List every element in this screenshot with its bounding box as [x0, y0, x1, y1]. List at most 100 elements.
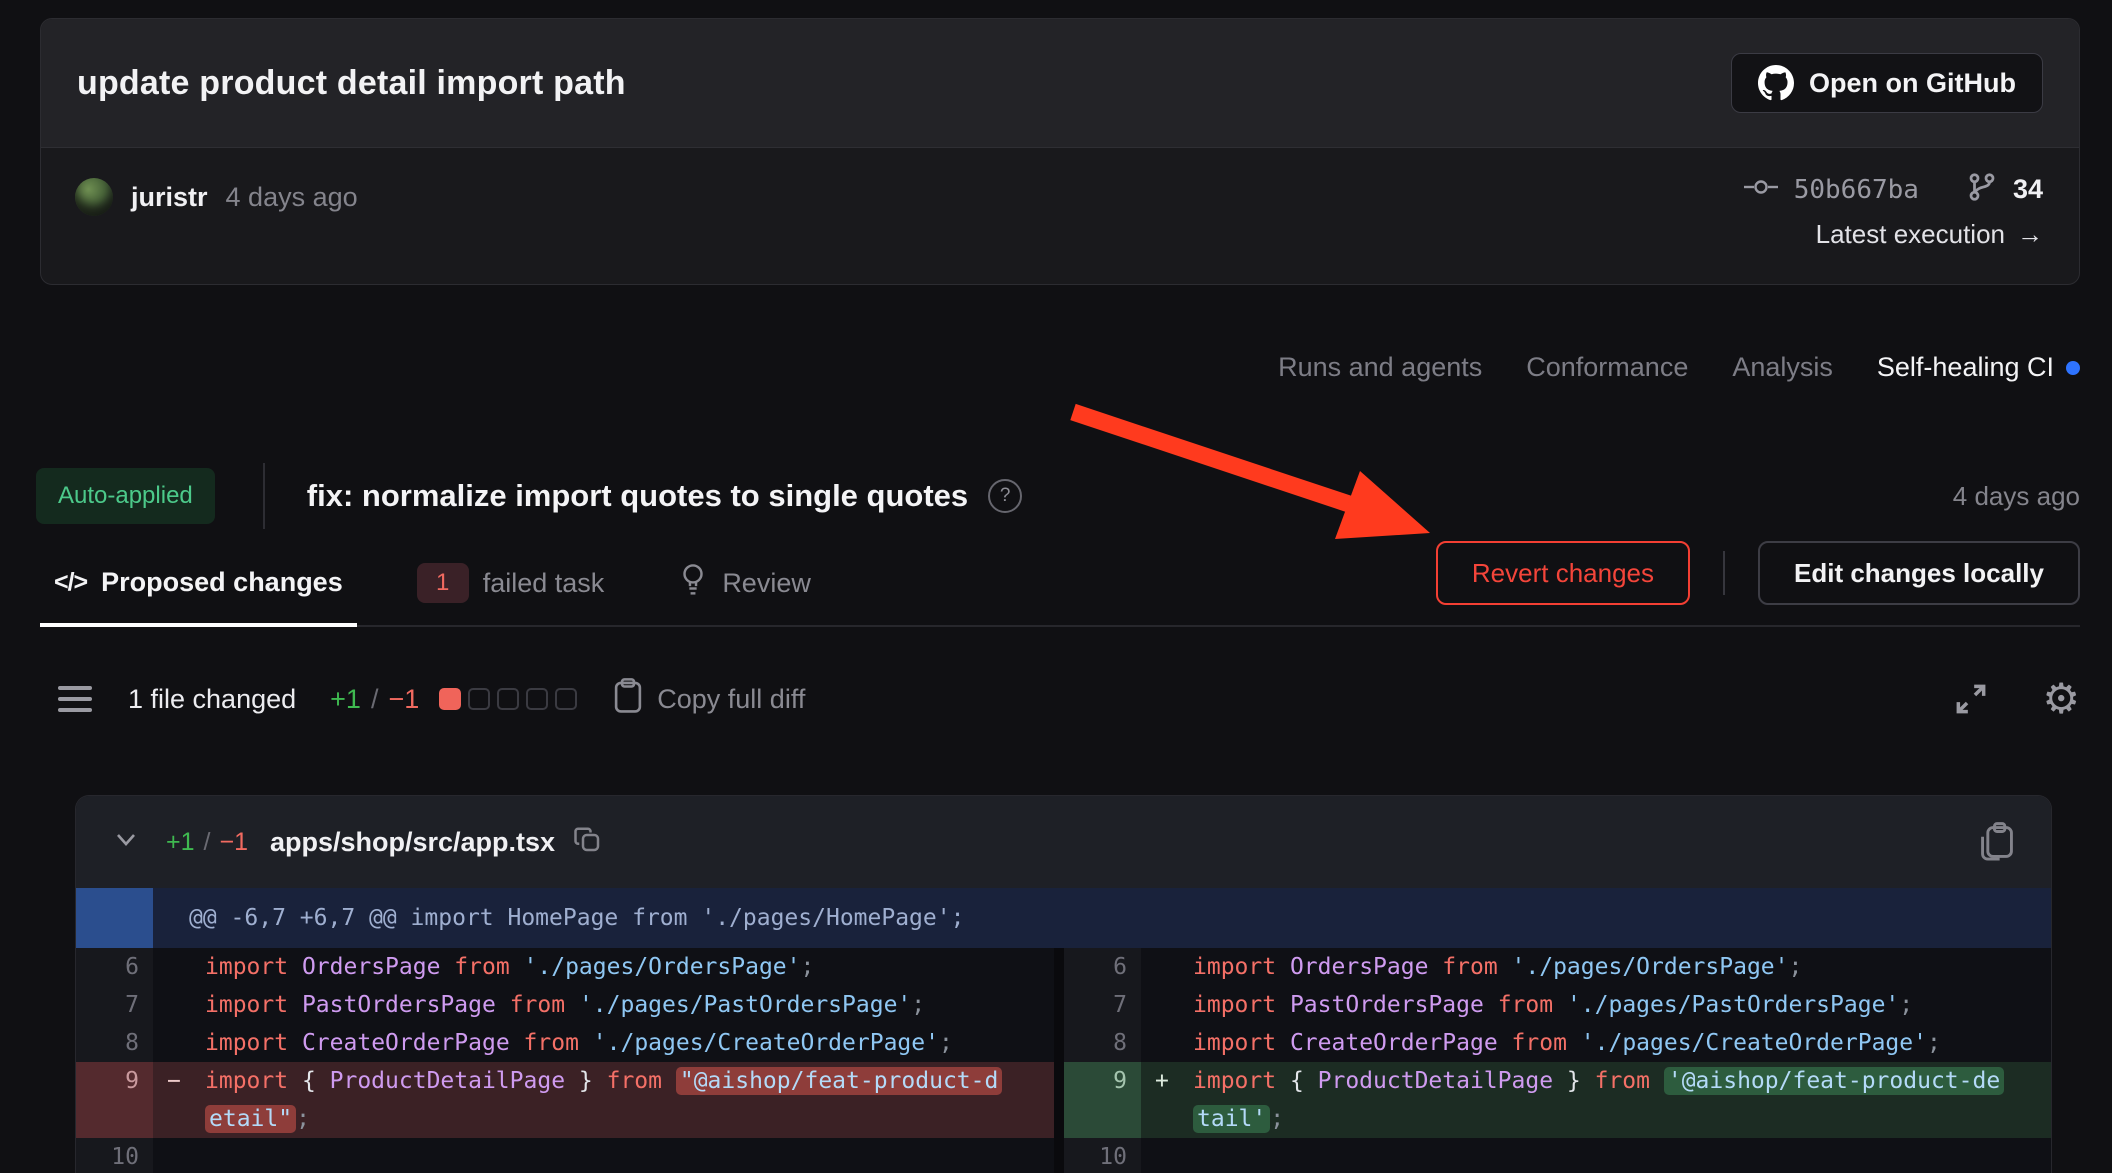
hero-header: update product detail import path Open o… [41, 19, 2079, 148]
file-header: +1 / −1 apps/shop/src/app.tsx [76, 796, 2051, 888]
diff-pane-old: 6 import OrdersPage from './pages/OrdersP… [76, 948, 1054, 1173]
diffstat-square-empty [526, 688, 548, 710]
diff-line: 7import PastOrdersPage from './pages/Pas… [76, 986, 1054, 1024]
git-commit-icon [1744, 176, 1782, 203]
line-number: 7 [1064, 986, 1141, 1024]
nav-item-self-healing-ci[interactable]: Self-healing CI [1877, 352, 2080, 383]
auto-applied-badge: Auto-applied [36, 468, 215, 524]
edit-changes-locally-button[interactable]: Edit changes locally [1758, 541, 2080, 605]
diff-pane-new: 6import OrdersPage from './pages/OrdersP… [1064, 948, 2051, 1173]
diff-sign [153, 1024, 205, 1062]
nav-item-conformance[interactable]: Conformance [1526, 352, 1688, 383]
file-path: apps/shop/src/app.tsx [270, 827, 555, 858]
section-nav: Runs and agents Conformance Analysis Self-h… [1278, 352, 2080, 383]
failed-count-badge: 1 [417, 563, 469, 603]
file-additions: +1 [166, 828, 195, 857]
github-icon [1758, 65, 1794, 101]
chevron-down-icon[interactable] [110, 829, 142, 856]
code-text: import OrdersPage from './pages/OrdersPa… [205, 948, 1000, 986]
code-text: import PastOrdersPage from './pages/Past… [1193, 986, 2002, 1024]
diffstat-square-empty [497, 688, 519, 710]
arrow-right-icon: → [2017, 219, 2043, 250]
nav-item-analysis[interactable]: Analysis [1732, 352, 1833, 383]
additions-count: +1 [330, 684, 361, 715]
avatar [75, 178, 113, 216]
open-on-github-button[interactable]: Open on GitHub [1731, 53, 2043, 113]
separator: / [204, 828, 211, 857]
fix-title: fix: normalize import quotes to single q… [307, 478, 968, 514]
code-text: import { ProductDetailPage } from '@aish… [1193, 1062, 2002, 1138]
commit-hero-card: update product detail import path Open o… [40, 18, 2080, 285]
line-number: 7 [76, 986, 153, 1024]
branch-link[interactable]: 34 [1967, 172, 2043, 207]
diffstat-square-empty [555, 688, 577, 710]
line-number: 10 [76, 1138, 153, 1173]
revert-changes-button[interactable]: Revert changes [1436, 541, 1690, 605]
diff-line: 6import OrdersPage from './pages/OrdersP… [1064, 948, 2051, 986]
diff-sign [153, 986, 205, 1024]
code-text: import CreateOrderPage from './pages/Cre… [205, 1024, 1000, 1062]
pane-divider [1054, 948, 1064, 1173]
hunk-gutter [76, 888, 153, 948]
diffstat-square-empty [468, 688, 490, 710]
diff-sign: + [1141, 1062, 1193, 1138]
tab-proposed-changes[interactable]: </> Proposed changes [40, 541, 357, 627]
line-number: 6 [1064, 948, 1141, 986]
lightbulb-icon [678, 563, 708, 604]
fix-time-ago: 4 days ago [1953, 481, 2080, 512]
fullscreen-icon[interactable] [1952, 680, 1990, 718]
commit-author: juristr [131, 182, 208, 213]
file-list-menu-icon[interactable] [58, 686, 92, 712]
commit-time-ago: 4 days ago [226, 182, 358, 213]
diff-line: 10 [76, 1138, 1054, 1173]
hunk-header: @@ -6,7 +6,7 @@ import HomePage from './… [153, 888, 964, 948]
tab-failed-task[interactable]: 1 failed task [403, 541, 619, 625]
line-number: 6 [76, 948, 153, 986]
diff-line: 8import CreateOrderPage from './pages/Cr… [1064, 1024, 2051, 1062]
divider [263, 463, 265, 529]
latest-execution-link[interactable]: Latest execution → [1816, 219, 2043, 250]
open-on-github-label: Open on GitHub [1809, 68, 2016, 99]
commit-sha-link[interactable]: 50b667ba [1744, 175, 1919, 205]
files-changed-label: 1 file changed [128, 684, 296, 715]
commit-sha: 50b667ba [1794, 175, 1919, 205]
deletions-count: −1 [388, 684, 419, 715]
gear-icon[interactable]: ⚙ [2042, 678, 2080, 720]
copy-file-diff-icon[interactable] [1977, 821, 2017, 863]
diff-line: 8 import CreateOrderPage from './pages/Cr… [76, 1024, 1054, 1062]
tab-review[interactable]: Review [664, 541, 825, 625]
active-section-dot [2066, 361, 2080, 375]
separator: / [371, 684, 379, 715]
tab-strip: </> Proposed changes 1 failed task Revie… [40, 541, 2080, 627]
latest-execution-label: Latest execution [1816, 219, 2005, 250]
diff-line: 9−import { ProductDetailPage } from "@ai… [76, 1062, 1054, 1138]
line-number: 10 [1064, 1138, 1141, 1173]
diff-sign [153, 948, 205, 986]
commit-meta-row: juristr 4 days ago 50b667ba 34 [41, 148, 2079, 284]
hunk-header-row: @@ -6,7 +6,7 @@ import HomePage from './… [76, 888, 2051, 948]
git-branch-icon [1967, 172, 1997, 207]
code-text: import { ProductDetailPage } from "@aish… [205, 1062, 1000, 1138]
diff-sign [1141, 948, 1193, 986]
nav-item-runs-and-agents[interactable]: Runs and agents [1278, 352, 1482, 383]
clipboard-icon [611, 677, 645, 722]
line-number: 8 [76, 1024, 153, 1062]
diff-sign [153, 1138, 205, 1173]
code-icon: </> [54, 568, 87, 597]
diff-sign [1141, 1138, 1193, 1173]
diffstat-square-filled [439, 688, 461, 710]
diff-stat-squares [439, 688, 577, 710]
copy-path-icon[interactable] [573, 825, 603, 860]
branch-count: 34 [2013, 174, 2043, 205]
help-icon[interactable]: ? [988, 479, 1022, 513]
code-text [205, 1138, 1000, 1173]
copy-full-diff-button[interactable]: Copy full diff [611, 677, 805, 722]
line-number: 9 [76, 1062, 153, 1138]
code-text [1193, 1138, 2002, 1173]
diff-sign [1141, 1024, 1193, 1062]
tab-failed-label: failed task [483, 568, 605, 599]
diff-line: 7 import PastOrdersPage from './pages/Pas… [1064, 986, 2051, 1024]
line-number: 9 [1064, 1062, 1141, 1138]
line-number: 8 [1064, 1024, 1141, 1062]
tab-proposed-label: Proposed changes [101, 567, 343, 598]
